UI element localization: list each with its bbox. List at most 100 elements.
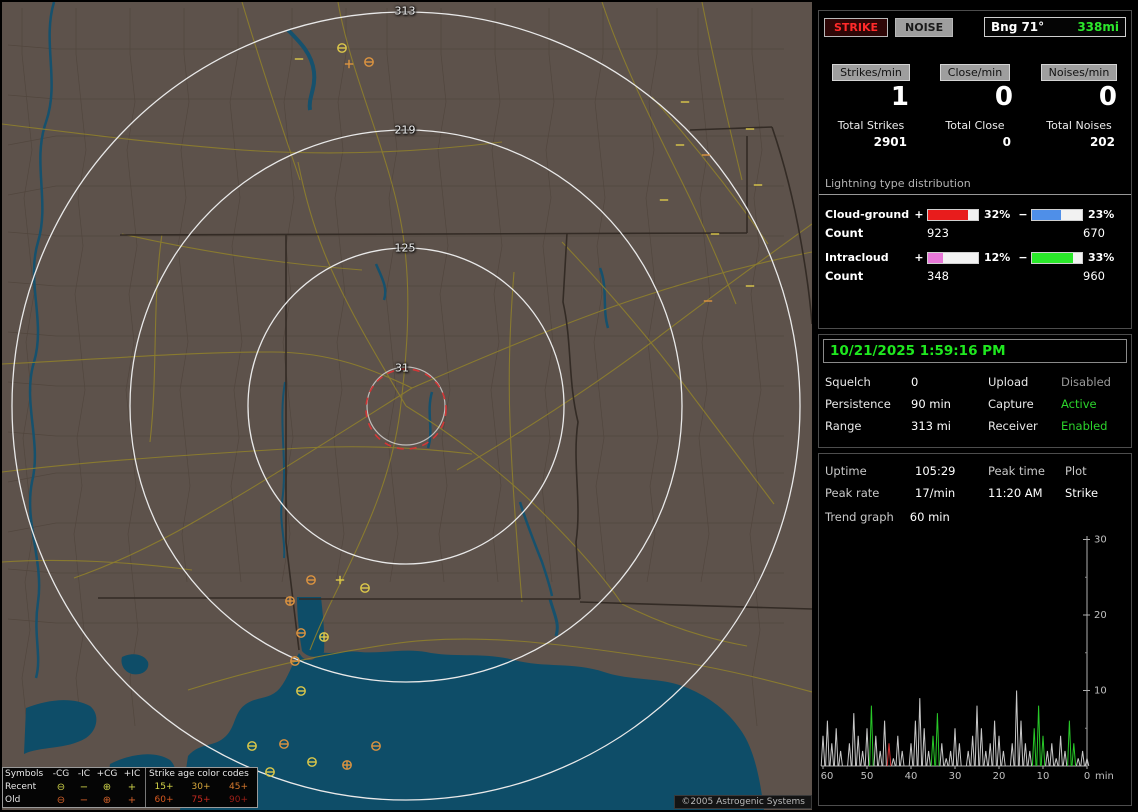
strike-map[interactable]: 313 219 125 31 Symbols -CG -IC +CG +IC S… — [2, 2, 812, 810]
cg-negative-bar-fill — [1032, 210, 1061, 220]
age-code-30: 30+ — [182, 781, 219, 794]
close-per-min-value: 0 — [923, 81, 1027, 113]
svg-text:30: 30 — [1094, 535, 1107, 546]
count-label: Count — [825, 269, 911, 283]
status-grid: Squelch 0 Upload Disabled Persistence 90… — [819, 367, 1131, 433]
cg-negative-bar — [1031, 209, 1083, 221]
total-close-value: 0 — [923, 135, 1027, 149]
age-code-90: 90+ — [219, 794, 257, 807]
svg-text:60: 60 — [821, 771, 834, 782]
strikes-column: Strikes/min 1 Total Strikes 2901 — [819, 61, 923, 149]
trend-graph-label: Trend graph — [825, 510, 894, 524]
svg-text:0: 0 — [1084, 771, 1090, 782]
uptime-label: Uptime — [825, 464, 915, 478]
statistics-panel: STRIKE NOISE Bng 71° 338mi Strikes/min 1… — [818, 10, 1132, 329]
bearing-value: Bng 71° — [991, 20, 1044, 34]
intracloud-row: Intracloud + 12% − 33% — [819, 248, 1131, 267]
cloud-ground-count-row: Count 923 670 — [819, 224, 1131, 248]
cg-negative-pct: 23% — [1083, 208, 1131, 221]
svg-text:50: 50 — [861, 771, 874, 782]
legend-col-cg-neg: -CG — [49, 768, 73, 781]
sidebar: STRIKE NOISE Bng 71° 338mi Strikes/min 1… — [818, 0, 1134, 812]
squelch-value: 0 — [911, 375, 988, 389]
svg-text:10: 10 — [1094, 686, 1107, 697]
noises-per-min-value: 0 — [1027, 81, 1131, 113]
persistence-value: 90 min — [911, 397, 988, 411]
cloud-ground-label: Cloud-ground — [825, 208, 911, 221]
ic-negative-old-icon: − — [73, 794, 95, 807]
peak-rate-label: Peak rate — [825, 486, 915, 500]
legend-row-old: Old — [3, 794, 49, 807]
upload-status: Disabled — [1061, 375, 1131, 389]
peak-time-label: Peak time — [988, 464, 1065, 478]
cg-negative-old-icon: ⊖ — [49, 794, 73, 807]
upload-label: Upload — [988, 375, 1061, 389]
receiver-label: Receiver — [988, 419, 1061, 433]
legend-symbols-header: Symbols — [3, 768, 49, 781]
plus-sign: + — [911, 208, 927, 221]
cg-positive-old-icon: ⊕ — [95, 794, 119, 807]
uptime-value: 105:29 — [915, 464, 988, 478]
bearing-display: Bng 71° 338mi — [984, 17, 1126, 37]
copyright-note: ©2005 Astrogenic Systems — [674, 795, 812, 809]
lightning-type-distribution: Lightning type distribution Cloud-ground… — [819, 175, 1131, 291]
legend-row-recent: Recent — [3, 781, 49, 794]
persistence-label: Persistence — [825, 397, 911, 411]
minus-sign: − — [1015, 208, 1031, 221]
squelch-label: Squelch — [825, 375, 911, 389]
total-noises-label: Total Noises — [1027, 119, 1131, 132]
cg-positive-pct: 32% — [979, 208, 1015, 221]
capture-status: Active — [1061, 397, 1131, 411]
legend-age-title: Strike age color codes — [145, 768, 257, 781]
datetime-display: 10/21/2025 1:59:16 PM — [823, 339, 1127, 363]
plot-label: Plot — [1065, 464, 1131, 478]
svg-text:min: min — [1095, 771, 1114, 782]
close-per-min-label: Close/min — [940, 64, 1010, 81]
age-code-75: 75+ — [182, 794, 219, 807]
total-noises-value: 202 — [1027, 135, 1131, 149]
total-strikes-value: 2901 — [819, 135, 923, 149]
cloud-ground-row: Cloud-ground + 32% − 23% — [819, 205, 1131, 224]
status-panel: 10/21/2025 1:59:16 PM Squelch 0 Upload D… — [818, 334, 1132, 448]
ic-negative-icon: − — [73, 781, 95, 794]
close-column: Close/min 0 Total Close 0 — [923, 61, 1027, 149]
cg-positive-icon: ⊕ — [95, 781, 119, 794]
range-value: 313 mi — [911, 419, 988, 433]
capture-label: Capture — [988, 397, 1061, 411]
stormvue-window: 313 219 125 31 Symbols -CG -IC +CG +IC S… — [0, 0, 1138, 812]
cg-positive-count: 923 — [927, 226, 1015, 240]
cg-negative-icon: ⊖ — [49, 781, 73, 794]
bearing-distance: 338mi — [1077, 20, 1119, 34]
ic-negative-pct: 33% — [1083, 251, 1131, 264]
trend-graph-header: Trend graph 60 min — [819, 500, 1131, 524]
plus-sign: + — [911, 251, 927, 264]
age-code-60: 60+ — [145, 794, 182, 807]
distribution-heading: Lightning type distribution — [819, 175, 1131, 195]
strikes-per-min-label: Strikes/min — [832, 64, 910, 81]
legend-col-ic-pos: +IC — [119, 768, 145, 781]
rate-stats: Strikes/min 1 Total Strikes 2901 Close/m… — [819, 61, 1131, 149]
legend-col-ic-neg: -IC — [73, 768, 95, 781]
noises-per-min-label: Noises/min — [1041, 64, 1118, 81]
intracloud-label: Intracloud — [825, 251, 911, 264]
total-close-label: Total Close — [923, 119, 1027, 132]
trend-panel: Uptime 105:29 Peak time Plot Peak rate 1… — [818, 453, 1132, 806]
trend-graph-plot: 1020306050403020100min — [819, 530, 1131, 788]
noise-mode-button[interactable]: NOISE — [895, 18, 953, 37]
receiver-status: Enabled — [1061, 419, 1131, 433]
map-legend: Symbols -CG -IC +CG +IC Strike age color… — [2, 767, 258, 808]
range-label: Range — [825, 419, 911, 433]
peak-time-value: 11:20 AM — [988, 486, 1065, 500]
ic-positive-bar — [927, 252, 979, 264]
cg-negative-count: 670 — [1083, 226, 1131, 240]
cg-positive-bar-fill — [928, 210, 968, 220]
minus-sign: − — [1015, 251, 1031, 264]
age-code-45: 45+ — [219, 781, 257, 794]
ic-negative-bar — [1031, 252, 1083, 264]
ic-positive-bar-fill — [928, 253, 943, 263]
legend-col-cg-pos: +CG — [95, 768, 119, 781]
ic-positive-icon: + — [119, 781, 145, 794]
svg-text:10: 10 — [1037, 771, 1050, 782]
cg-positive-bar — [927, 209, 979, 221]
strike-mode-button[interactable]: STRIKE — [824, 18, 888, 37]
